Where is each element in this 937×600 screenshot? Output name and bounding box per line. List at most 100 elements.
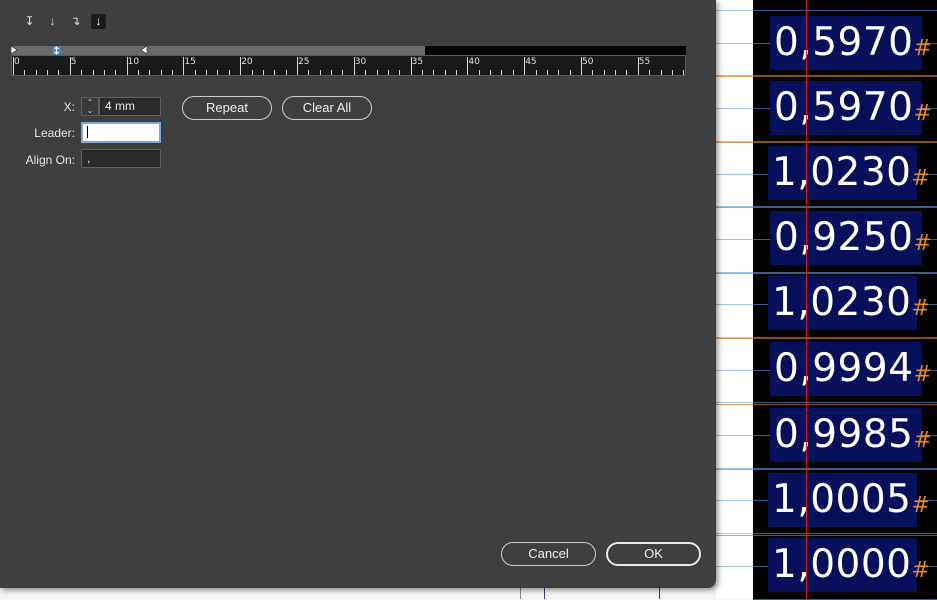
table-cell-number: 0,9985# — [770, 408, 932, 462]
ruler-tick — [81, 70, 83, 75]
ruler-overflow-area — [425, 46, 686, 55]
ruler-tick — [137, 70, 139, 75]
ruler-tick — [535, 70, 537, 75]
table-cell-number: 1,0000# — [768, 538, 930, 592]
ruler-tick — [285, 70, 287, 75]
first-line-indent-marker[interactable] — [11, 46, 18, 55]
table-cell-number: 0,5970# — [770, 81, 932, 135]
ruler-tick — [569, 70, 571, 75]
row-guide-line — [753, 535, 937, 536]
cell-value: 1,0230 — [772, 280, 912, 325]
cell-value: 1,0230 — [772, 150, 912, 195]
ruler-tick — [228, 70, 230, 75]
ruler-tick — [478, 70, 480, 75]
ruler-tick-label: 30 — [354, 57, 367, 67]
cancel-button[interactable]: Cancel — [501, 542, 596, 566]
end-of-cell-marker: # — [913, 362, 932, 387]
ruler-tick — [546, 70, 548, 75]
ruler-tick — [501, 70, 503, 75]
underlying-frame-line — [520, 588, 521, 599]
cell-value: 1,0005 — [772, 477, 912, 522]
end-of-cell-marker: # — [911, 166, 930, 191]
left-justified-tab-button[interactable]: ↧ — [22, 14, 37, 29]
center-justified-tab-button[interactable]: ↓ — [45, 14, 60, 29]
cell-value: 1,0000 — [772, 542, 912, 587]
end-of-cell-marker: # — [911, 558, 930, 583]
row-guide-line — [753, 469, 937, 470]
ruler-tick-label: 50 — [582, 57, 594, 67]
ruler-tick-label: 20 — [241, 57, 253, 67]
align-on-label: Align On: — [25, 153, 75, 167]
left-justified-tab-icon: ↧ — [24, 14, 35, 28]
end-of-cell-marker: # — [913, 36, 932, 61]
ruler-tick — [262, 70, 264, 75]
x-position-field[interactable]: 4 mm — [99, 97, 161, 116]
ruler-tick — [319, 70, 321, 75]
ruler-tick — [115, 70, 117, 75]
end-of-cell-marker: # — [913, 428, 932, 453]
ruler-tick — [92, 70, 94, 75]
ok-button[interactable]: OK — [606, 542, 701, 566]
ruler-tick — [456, 70, 458, 75]
row-guide-line — [753, 76, 937, 77]
row-guide-line — [753, 142, 937, 143]
ruler-tick — [365, 70, 367, 75]
ruler-tick — [103, 70, 105, 75]
ruler-tick — [47, 70, 49, 75]
ruler-tick — [512, 70, 514, 75]
ruler-tick — [331, 70, 333, 75]
table-cell-number: 0,9250# — [770, 211, 932, 265]
ruler-tick-label: 45 — [525, 57, 537, 67]
ruler-tick — [24, 70, 26, 75]
x-position-stepper[interactable]: ⌃ ⌄ — [81, 97, 99, 116]
ruler-tick — [342, 70, 344, 75]
tab-ruler[interactable]: 0 5 10 15 20 25 30 35 40 45 50 55 — [11, 46, 686, 76]
ruler-tick — [490, 70, 492, 75]
cell-value: 0,5970 — [774, 20, 914, 65]
table-cell-number: 1,0005# — [768, 473, 930, 527]
table-cell-number: 1,0230# — [768, 276, 930, 330]
ruler-tick — [274, 70, 276, 75]
ruler-tick — [683, 70, 685, 75]
stepper-down-icon[interactable]: ⌄ — [82, 107, 98, 115]
ruler-tick-label: 40 — [468, 57, 480, 67]
ruler-tick — [433, 70, 435, 75]
end-of-cell-marker: # — [911, 493, 930, 518]
ruler-tick — [558, 70, 560, 75]
center-justified-tab-icon: ↓ — [49, 14, 56, 28]
ruler-tick-label: 15 — [184, 57, 196, 67]
ruler-tick — [649, 70, 651, 75]
baseline-grid-line — [753, 10, 937, 11]
right-justified-tab-button[interactable]: ↴ — [68, 14, 83, 29]
align-on-field[interactable]: , — [81, 149, 161, 168]
ruler-tick-label: 55 — [638, 57, 651, 67]
ruler-tick — [194, 70, 196, 75]
align-to-decimal-tab-icon: ↓ — [95, 14, 102, 28]
end-of-cell-marker: # — [913, 101, 932, 126]
cell-value: 0,9994 — [774, 346, 914, 391]
underlying-frame-line — [544, 588, 545, 599]
ruler-tick-label: 0 — [14, 57, 20, 67]
ruler-tab-track[interactable] — [11, 46, 425, 55]
ruler-tick-label: 35 — [411, 57, 424, 67]
ruler-tick-label: 5 — [70, 57, 77, 67]
ruler-tick — [615, 70, 617, 75]
ruler-tick — [217, 70, 219, 75]
ruler-tick — [376, 70, 378, 75]
align-to-decimal-tab-button[interactable]: ↓ — [91, 14, 106, 29]
ruler-tick — [251, 70, 253, 75]
ruler-tick — [149, 70, 151, 75]
ruler-tick — [387, 70, 389, 75]
decimal-tab-stop-marker[interactable] — [52, 46, 61, 55]
repeat-button[interactable]: Repeat — [182, 96, 272, 120]
ruler-tick — [444, 70, 446, 75]
ruler-tick-label: 25 — [298, 57, 310, 67]
clear-all-button[interactable]: Clear All — [282, 96, 372, 120]
leader-field[interactable] — [81, 122, 161, 143]
text-caret — [87, 126, 88, 138]
right-indent-marker[interactable] — [141, 46, 148, 55]
red-guide-line — [806, 0, 807, 599]
baseline-grid-line — [753, 533, 937, 534]
ruler-scale[interactable]: 0 5 10 15 20 25 30 35 40 45 50 55 — [11, 55, 686, 76]
underlying-frame-line — [659, 588, 660, 599]
